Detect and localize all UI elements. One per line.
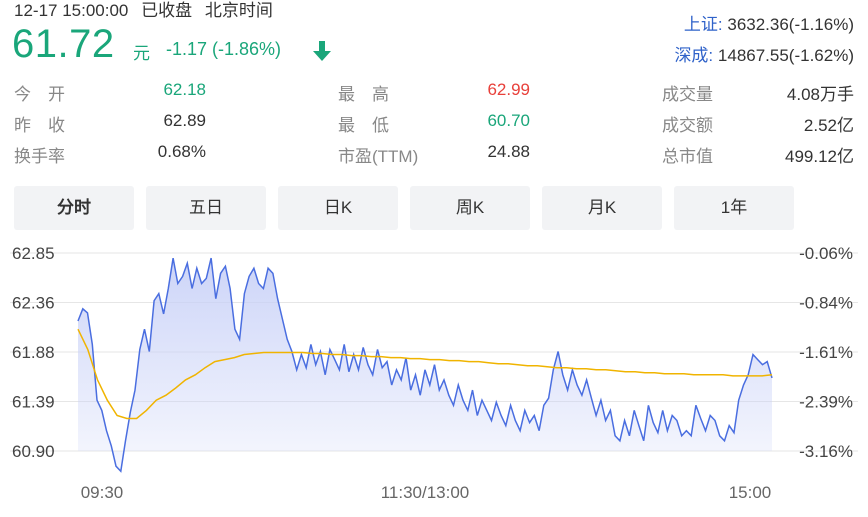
quote-datetime: 12-17 15:00:00 (14, 1, 129, 20)
y-percent-tick-label: -2.39% (799, 393, 853, 412)
stat-label-prev-close: 昨 收 (14, 116, 65, 135)
price-change: -1.17 (-1.86%) (166, 39, 282, 59)
stat-value-open: 62.18 (163, 80, 206, 99)
tab-weekly-k[interactable]: 周K (410, 186, 530, 230)
market-state: 已收盘 (141, 1, 193, 20)
index-value-shenzhen: 14867.55(-1.62%) (717, 46, 854, 65)
index-link-shanghai[interactable]: 上证: (684, 15, 723, 34)
x-tick-label: 11:30/13:00 (381, 483, 470, 502)
timezone-label: 北京时间 (204, 1, 273, 20)
price-area-fill (78, 258, 772, 472)
tab-monthly-k[interactable]: 月K (542, 186, 662, 230)
y-percent-tick-label: -0.06% (799, 244, 853, 263)
stat-value-turnover: 0.68% (157, 142, 206, 161)
stat-value-pe: 24.88 (487, 142, 530, 161)
index-value-shanghai: 3632.36(-1.16%) (727, 15, 854, 34)
y-tick-label: 61.39 (12, 393, 55, 412)
stat-label-high: 最 高 (338, 85, 389, 104)
y-percent-tick-label: -3.16% (799, 442, 853, 461)
x-tick-label: 09:30 (81, 483, 124, 502)
stat-value-low: 60.70 (487, 111, 530, 130)
market-status-line: 12-17 15:00:00 已收盘 北京时间 (14, 0, 273, 21)
intraday-chart[interactable]: 62.85 62.36 61.88 61.39 60.90 -0.06% -0.84% -1… (0, 236, 868, 517)
stat-value-prev-close: 62.89 (163, 111, 206, 130)
stat-label-turnover: 换手率 (14, 147, 65, 166)
index-row-shanghai: 上证: 3632.36(-1.16%) (684, 10, 854, 35)
stat-label-low: 最 低 (338, 116, 389, 135)
index-link-shenzhen[interactable]: 深成: (674, 46, 713, 65)
y-tick-label: 60.90 (12, 442, 55, 461)
y-percent-tick-label: -1.61% (799, 343, 853, 362)
y-axis-labels: 62.85 62.36 61.88 61.39 60.90 (12, 244, 55, 461)
stat-value-high: 62.99 (487, 80, 530, 99)
stat-value-amount: 2.52亿 (803, 116, 854, 135)
tab-one-year[interactable]: 1年 (674, 186, 794, 230)
index-row-shenzhen: 深成: 14867.55(-1.62%) (674, 41, 854, 66)
stat-label-open: 今 开 (14, 85, 65, 104)
price-unit: 元 (133, 44, 150, 63)
tab-daily-k[interactable]: 日K (278, 186, 398, 230)
x-axis-labels: 09:30 11:30/13:00 15:00 (81, 483, 772, 502)
stat-label-amount: 成交额 (662, 116, 713, 135)
y-tick-label: 62.36 (12, 294, 55, 313)
tab-five-day[interactable]: 五日 (146, 186, 266, 230)
stat-value-market-cap: 499.12亿 (785, 147, 854, 166)
arrow-down-icon (313, 41, 331, 61)
y-percent-tick-label: -0.84% (799, 294, 853, 313)
stat-label-pe: 市盈(TTM) (338, 147, 419, 166)
y-tick-label: 62.85 (12, 244, 55, 263)
tab-intraday[interactable]: 分时 (14, 186, 134, 230)
y-axis-percent-labels: -0.06% -0.84% -1.61% -2.39% -3.16% (799, 244, 853, 461)
x-tick-label: 15:00 (729, 483, 772, 502)
stat-label-volume: 成交量 (662, 85, 713, 104)
current-price: 61.72 (12, 22, 115, 66)
stat-label-market-cap: 总市值 (662, 147, 713, 166)
stat-value-volume: 4.08万手 (786, 85, 854, 104)
y-tick-label: 61.88 (12, 343, 55, 362)
